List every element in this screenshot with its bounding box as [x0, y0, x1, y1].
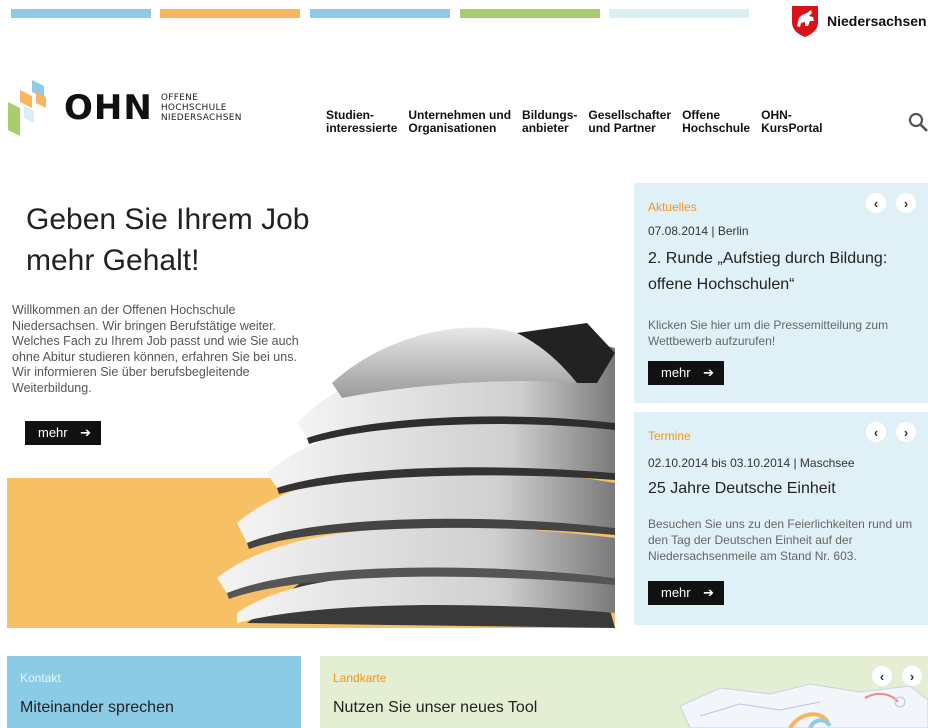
hero-section: Geben Sie Ihrem Job mehr Gehalt! Willkom…: [7, 183, 615, 628]
top-bar-5: [609, 9, 749, 18]
events-more-label: mehr: [661, 585, 691, 600]
news-more-button[interactable]: mehr ➔: [648, 361, 724, 385]
news-label: Aktuelles: [648, 200, 697, 214]
state-crest-icon: [792, 6, 818, 37]
contact-box[interactable]: Kontakt Miteinander sprechen: [7, 656, 301, 728]
news-pager: ‹ ›: [866, 193, 916, 213]
chevron-right-icon[interactable]: ›: [896, 422, 916, 442]
events-more-button[interactable]: mehr ➔: [648, 581, 724, 605]
logo-line-1: OFFENE: [160, 93, 199, 103]
nav-kursportal[interactable]: OHN- KursPortal: [761, 109, 822, 135]
news-date: 07.08.2014 | Berlin: [648, 224, 749, 238]
nav-bildungsanbieter[interactable]: Bildungs- anbieter: [522, 109, 577, 135]
logo-subtitle: OFFENE HOCHSCHULE NIEDERSACHSEN: [161, 93, 242, 123]
map-pager: ‹ ›: [872, 666, 922, 686]
top-bar-1: [11, 9, 151, 18]
state-logo-link[interactable]: Niedersachsen: [790, 2, 927, 40]
news-title[interactable]: 2. Runde „Aufstieg durch Bildung: offene…: [648, 246, 918, 298]
top-bar-3: [310, 9, 450, 18]
nav-studieninteressierte[interactable]: Studien- interessierte: [326, 109, 397, 135]
logo-mark-icon: [8, 80, 46, 136]
contact-label: Kontakt: [20, 671, 61, 685]
contact-title: Miteinander sprechen: [20, 699, 174, 716]
arrow-right-icon: ➔: [703, 585, 714, 600]
map-label: Landkarte: [333, 671, 387, 685]
top-bar-2: [160, 9, 300, 18]
chevron-left-icon[interactable]: ‹: [872, 666, 892, 686]
news-text: Klicken Sie hier um die Pressemitteilung…: [648, 318, 889, 348]
events-box: Termine ‹ › 02.10.2014 bis 03.10.2014 | …: [634, 412, 928, 625]
events-text: Besuchen Sie uns zu den Feierlichkeiten …: [648, 517, 913, 563]
events-title[interactable]: 25 Jahre Deutsche Einheit: [648, 476, 918, 502]
nav-unternehmen[interactable]: Unternehmen und Organisationen: [408, 109, 511, 135]
chevron-left-icon[interactable]: ‹: [866, 422, 886, 442]
logo-abbr: OHN: [64, 88, 153, 128]
nav-gesellschafter[interactable]: Gesellschafter und Partner: [588, 109, 671, 135]
arrow-right-icon: ➔: [703, 365, 714, 380]
hero-more-button[interactable]: mehr ➔: [25, 421, 101, 445]
top-bar-4: [460, 9, 600, 18]
arrow-right-icon: ➔: [80, 425, 91, 440]
events-pager: ‹ ›: [866, 422, 916, 442]
news-more-label: mehr: [661, 365, 691, 380]
state-name: Niedersachsen: [827, 13, 927, 29]
news-box: Aktuelles ‹ › 07.08.2014 | Berlin 2. Run…: [634, 183, 928, 403]
main-nav: Studien- interessierte Unternehmen und O…: [326, 109, 833, 135]
search-icon[interactable]: [908, 112, 928, 132]
logo-line-3: NIEDERSACHSEN: [160, 113, 242, 123]
chevron-right-icon[interactable]: ›: [902, 666, 922, 686]
ohn-logo[interactable]: OHN OFFENE HOCHSCHULE NIEDERSACHSEN: [6, 78, 242, 138]
hero-more-label: mehr: [38, 425, 68, 440]
map-title[interactable]: Nutzen Sie unser neues Tool: [333, 699, 537, 717]
hero-text: Willkommen an der Offenen Hochschule Nie…: [12, 303, 299, 395]
nav-offene-hochschule[interactable]: Offene Hochschule: [682, 109, 750, 135]
map-box: Landkarte Nutzen Sie unser neues Tool ‹ …: [320, 656, 928, 728]
chevron-right-icon[interactable]: ›: [896, 193, 916, 213]
events-label: Termine: [648, 429, 691, 443]
chevron-left-icon[interactable]: ‹: [866, 193, 886, 213]
events-date: 02.10.2014 bis 03.10.2014 | Maschsee: [648, 456, 855, 470]
hero-title: Geben Sie Ihrem Job mehr Gehalt!: [26, 203, 310, 277]
logo-line-2: HOCHSCHULE: [160, 103, 227, 113]
